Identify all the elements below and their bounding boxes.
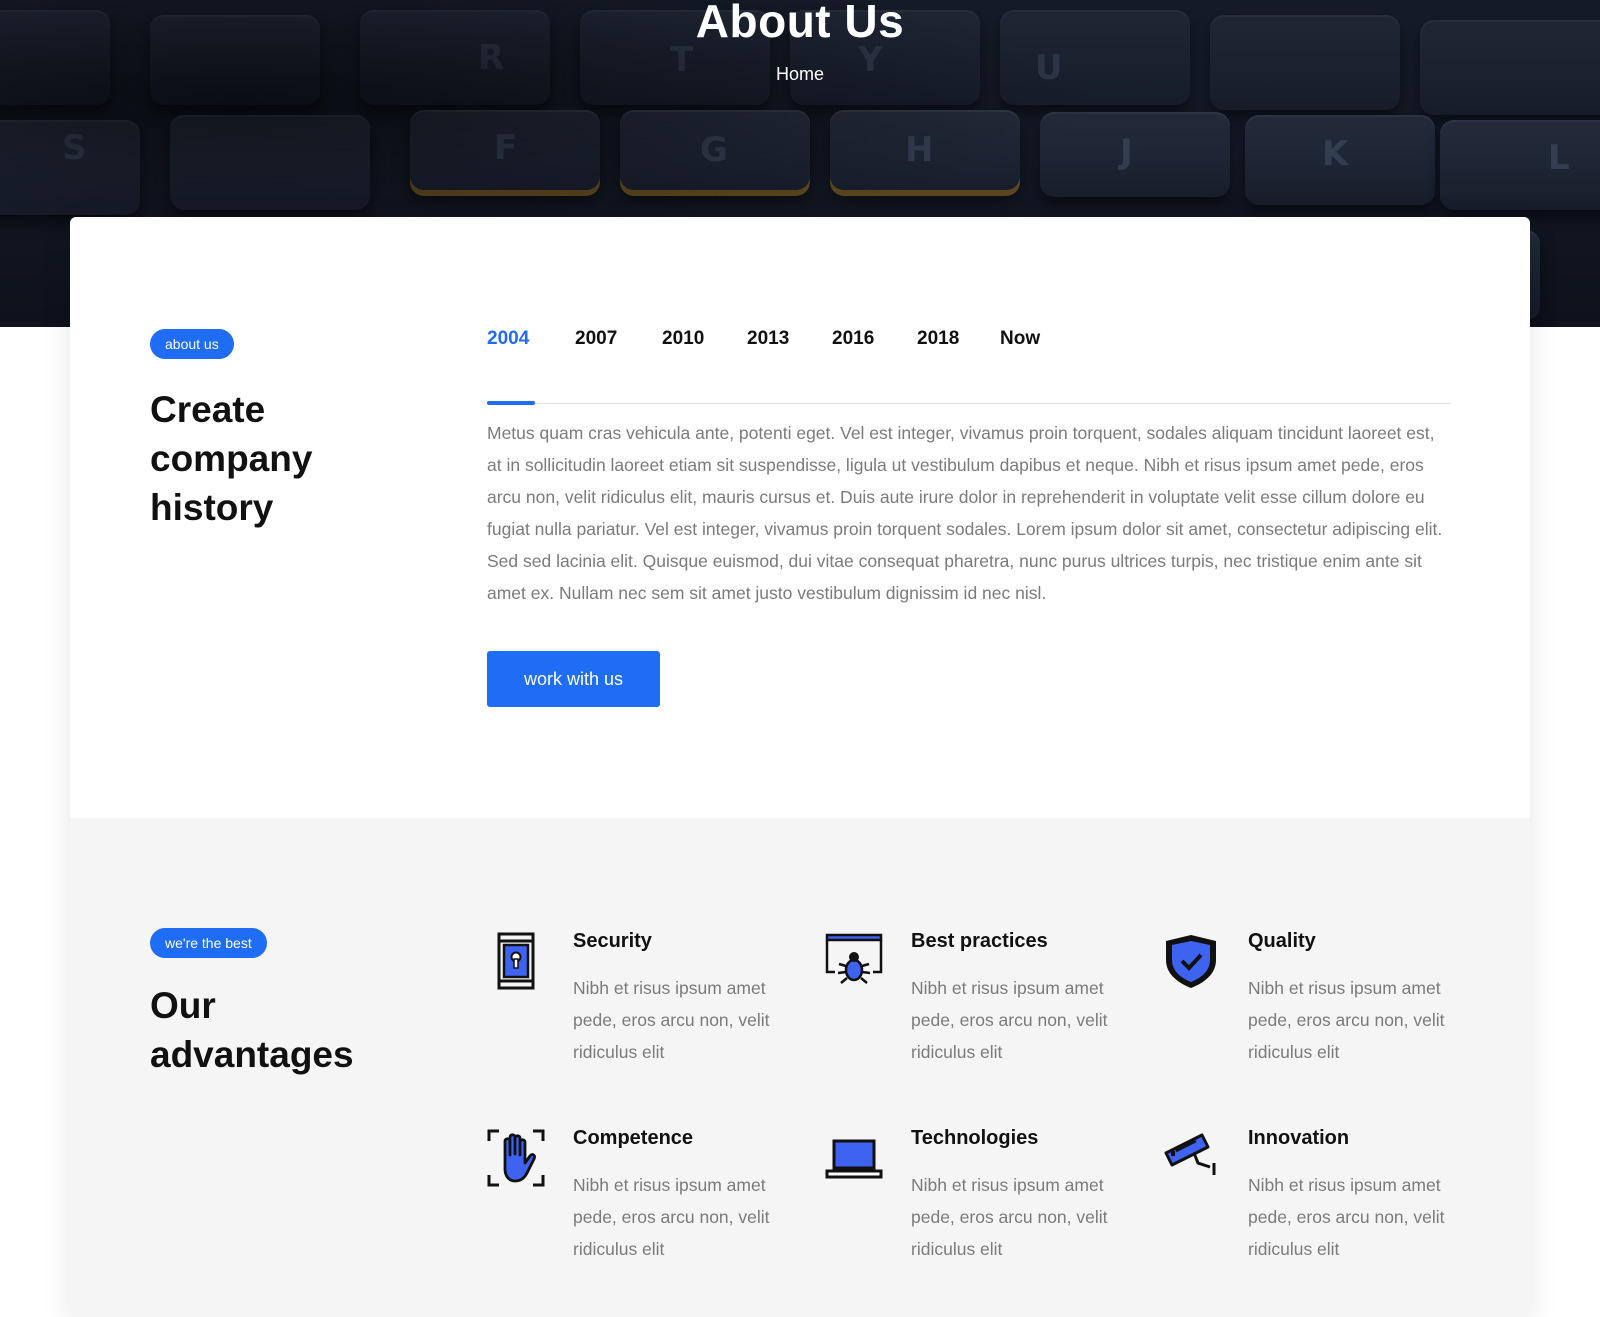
shield-check-icon: [1162, 932, 1220, 990]
tab-2010[interactable]: 2010: [662, 328, 704, 350]
main-content-card: about us Create company history 2004 200…: [70, 217, 1530, 1317]
feature-title: Competence: [573, 1127, 694, 1149]
feature-description: Nibh et risus ipsum amet pede, eros arcu…: [911, 1175, 1108, 1259]
bug-screen-icon: [825, 932, 883, 990]
tab-2007[interactable]: 2007: [575, 328, 617, 350]
tab-2013[interactable]: 2013: [747, 328, 789, 350]
feature-title: Technologies: [911, 1127, 1039, 1149]
advantage-competence: Competence Nibh et risus ipsum amet pede…: [487, 1127, 787, 1299]
keyhole-door-icon: [487, 932, 545, 990]
tab-2016[interactable]: 2016: [832, 328, 874, 350]
advantage-technologies: Technologies Nibh et risus ipsum amet pe…: [825, 1127, 1125, 1299]
year-tabs: 2004 2007 2010 2013 2016 2018 Now: [487, 317, 1451, 405]
security-camera-icon: [1162, 1129, 1220, 1187]
about-us-badge: about us: [150, 329, 234, 359]
feature-title: Security: [573, 930, 652, 952]
feature-title: Quality: [1248, 930, 1316, 952]
feature-description: Nibh et risus ipsum amet pede, eros arcu…: [573, 1175, 770, 1259]
hand-scan-icon: [487, 1129, 545, 1187]
advantages-heading: Our advantages: [150, 985, 354, 1075]
page-title: About Us: [695, 0, 905, 47]
advantages-section: we're the best Our advantages Security N…: [70, 818, 1530, 1317]
advantage-security: Security Nibh et risus ipsum amet pede, …: [487, 930, 787, 1102]
were-the-best-badge: we're the best: [150, 928, 267, 958]
history-heading: Create company history: [150, 389, 313, 528]
history-description: Metus quam cras vehicula ante, potenti e…: [487, 423, 1443, 603]
active-tab-indicator: [487, 401, 535, 405]
laptop-icon: [825, 1129, 883, 1187]
feature-title: Best practices: [911, 930, 1048, 952]
feature-title: Innovation: [1248, 1127, 1350, 1149]
feature-description: Nibh et risus ipsum amet pede, eros arcu…: [573, 978, 770, 1062]
feature-description: Nibh et risus ipsum amet pede, eros arcu…: [911, 978, 1108, 1062]
tab-2018[interactable]: 2018: [917, 328, 959, 350]
advantage-best-practices: Best practices Nibh et risus ipsum amet …: [825, 930, 1125, 1102]
breadcrumb-home-link[interactable]: Home: [0, 64, 1600, 85]
tab-2004[interactable]: 2004: [487, 328, 529, 350]
feature-description: Nibh et risus ipsum amet pede, eros arcu…: [1248, 1175, 1445, 1259]
tabs-divider: [487, 403, 1451, 404]
feature-description: Nibh et risus ipsum amet pede, eros arcu…: [1248, 978, 1445, 1062]
tab-now[interactable]: Now: [1000, 328, 1040, 350]
advantage-innovation: Innovation Nibh et risus ipsum amet pede…: [1162, 1127, 1462, 1299]
advantage-quality: Quality Nibh et risus ipsum amet pede, e…: [1162, 930, 1462, 1102]
work-with-us-button[interactable]: work with us: [487, 651, 660, 707]
